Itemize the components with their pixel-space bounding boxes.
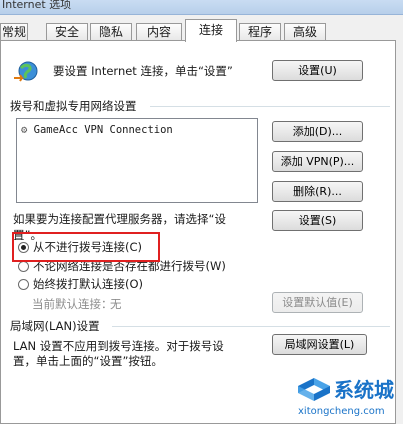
connection-name: GameAcc VPN Connection xyxy=(33,124,173,136)
connection-list[interactable]: ⚙ GameAcc VPN Connection xyxy=(16,118,258,203)
tab-content[interactable]: 内容 xyxy=(136,23,182,40)
add-button[interactable]: 添加(D)... xyxy=(272,121,363,142)
tab-connections[interactable]: 连接 xyxy=(185,19,237,42)
brand-logo-icon xyxy=(298,378,330,401)
setup-text: 要设置 Internet 连接，单击“设置” xyxy=(53,64,233,78)
tab-advanced[interactable]: 高级 xyxy=(284,23,326,40)
tab-strip: 常规 安全 隐私 内容 连接 程序 高级 xyxy=(0,16,403,42)
tab-security[interactable]: 安全 xyxy=(46,23,88,40)
connection-icon: ⚙ xyxy=(21,124,28,136)
lan-text-line2: 置，单击上面的“设置”按钮。 xyxy=(13,354,163,368)
lan-heading: 局域网(LAN)设置 xyxy=(10,319,100,333)
window-title: Internet 选项 xyxy=(2,0,72,11)
add-vpn-button[interactable]: 添加 VPN(P)... xyxy=(272,151,363,172)
watermark-url: xitongcheng.com xyxy=(298,406,385,417)
proxy-settings-button[interactable]: 设置(S) xyxy=(272,210,363,231)
tab-privacy[interactable]: 隐私 xyxy=(90,23,132,40)
current-default-value: 无 xyxy=(110,297,122,311)
current-default-label: 当前默认连接： xyxy=(32,297,113,311)
set-default-button[interactable]: 设置默认值(E) xyxy=(272,292,363,313)
watermark: 系统城 xitongcheng.com xyxy=(296,372,403,422)
lan-text-line1: LAN 设置不应用到拨号连接。对于拨号设 xyxy=(13,339,224,353)
option-always-dial-default[interactable]: 始终拨打默认连接(O) xyxy=(33,276,143,292)
dialup-heading: 拨号和虚拟专用网络设置 xyxy=(10,99,137,113)
watermark-brand: 系统城 xyxy=(334,378,394,402)
radio-dial-when-no-network[interactable] xyxy=(18,261,29,272)
window-titlebar: Internet 选项 xyxy=(0,0,403,15)
section-divider xyxy=(150,106,390,107)
tab-general[interactable]: 常规 xyxy=(0,23,28,40)
lan-settings-button[interactable]: 局域网设置(L) xyxy=(272,334,367,355)
globe-network-icon xyxy=(14,61,38,82)
delete-button[interactable]: 删除(R)... xyxy=(272,181,363,202)
setup-button[interactable]: 设置(U) xyxy=(272,60,363,81)
section-divider xyxy=(112,326,390,327)
proxy-text-line1: 如果要为连接配置代理服务器，请选择“设 xyxy=(13,212,226,226)
tab-programs[interactable]: 程序 xyxy=(239,23,281,40)
highlight-box xyxy=(12,232,160,262)
radio-always-dial-default[interactable] xyxy=(18,279,29,290)
list-item[interactable]: ⚙ GameAcc VPN Connection xyxy=(21,124,173,136)
